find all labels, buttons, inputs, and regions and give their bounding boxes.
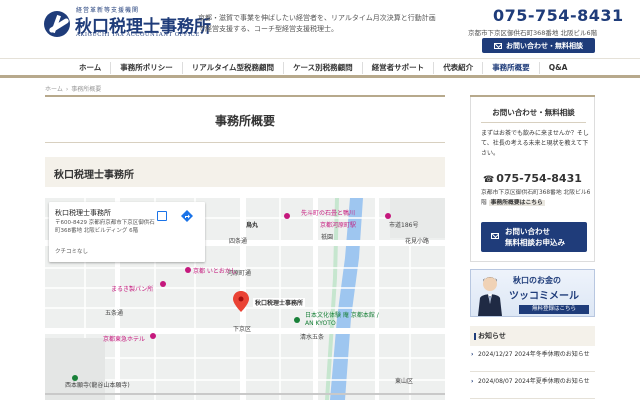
mail-icon <box>494 42 502 49</box>
map-label-shijo: 四条通 <box>229 238 248 245</box>
mail-icon <box>491 233 499 239</box>
nav-item-realtime[interactable]: リアルタイム型税務顧問 <box>181 62 283 74</box>
sidebar-phone[interactable]: ☎ 075-754-8431 <box>483 172 582 185</box>
map-label-route: 市道186号 <box>389 222 419 229</box>
map-info-card: 秋口税理士事務所 〒600-8429 京都府京都市下京区御供石町368番地 北阪… <box>49 202 205 262</box>
map-pin-label[interactable]: 秋口税理士事務所 <box>253 298 306 307</box>
sidebar-address: 京都市下京区御供石町368番地 北阪ビル6階 事務所概要はこちら <box>481 188 591 208</box>
map-label-gojo: 五条通 <box>105 310 124 317</box>
sidebar-btn-line2: 無料相談お申込み <box>505 238 565 247</box>
map-label-hanamikoji: 花見小路 <box>405 238 430 245</box>
section-heading-text: 秋口税理士事務所 <box>54 170 134 181</box>
news-item-text: 2024/12/27 2024年冬季休暇のお知らせ <box>478 351 590 358</box>
news-heading-text: お知らせ <box>478 332 506 340</box>
map-label-iidaka: 京都 いとおかし <box>193 268 237 275</box>
map-label-marugame: まるき製パン所 <box>111 286 154 293</box>
nav-item-office[interactable]: 事務所概要 <box>482 62 539 74</box>
map-label-kirin: 先斗町の石畳と鴨川 <box>301 210 356 217</box>
nav-item-support[interactable]: 経営者サポート <box>361 62 434 74</box>
title-rule-top <box>45 95 445 97</box>
header-address: 京都市下京区御供石町368番地 北阪ビル6階 <box>468 29 598 37</box>
directions-icon[interactable] <box>181 210 193 222</box>
google-map[interactable]: 先斗町の石畳と鴨川 京都河原町駅 祇園 烏丸 四条通 市道186号 花見小路 河… <box>45 198 445 400</box>
breadcrumb-home[interactable]: ホーム <box>45 86 63 93</box>
chevron-right-icon: › <box>471 351 474 358</box>
map-label-nihon-bunka: 日本文化体験 庵 京都本館 / AN KYOTO <box>305 312 379 327</box>
sidebar-title: お問い合わせ・無料相談 <box>492 108 575 117</box>
map-card-address: 〒600-8429 京都府京都市下京区御供石町368番地 北阪ビルディング 6階 <box>55 220 155 234</box>
sidebar-contact-button[interactable]: お問い合わせ 無料相談お申込み <box>481 222 587 252</box>
banner-line3: 無料登録はこちら <box>519 305 589 314</box>
sidebar-contact-box: お問い合わせ・無料相談 まずはお茶でも飲みに来ませんか？そして、社長の考える未来… <box>470 97 595 262</box>
open-in-maps-icon[interactable] <box>157 211 167 221</box>
page-title: 事務所概要 <box>214 114 275 128</box>
news-item-text: 2024/08/07 2024年夏季休暇のお知らせ <box>478 378 590 385</box>
header-contact-button[interactable]: お問い合わせ・無料相談 <box>482 38 595 53</box>
map-label-hotel: 京都東急ホテル <box>103 336 146 343</box>
breadcrumb-current: 事務所概要 <box>71 86 102 93</box>
map-label-gion: 祇園 <box>321 234 334 241</box>
mail-magazine-banner[interactable]: 秋口のお金の ツッコミメール 無料登録はこちら <box>470 269 595 317</box>
sidebar-phone-number: 075-754-8431 <box>496 172 582 185</box>
title-rule-bottom <box>45 142 445 143</box>
map-label-karasuma: 烏丸 <box>246 222 259 229</box>
header-contact-label: お問い合わせ・無料相談 <box>506 41 583 50</box>
logo-english: AKIGUCHI TAX ACCOUNTANT OFFICE <box>76 32 200 38</box>
banner-line1: 秋口のお金の <box>513 275 561 285</box>
banner-line2: ツッコミメール <box>509 291 579 302</box>
map-card-title: 秋口税理士事務所 <box>55 209 111 217</box>
map-label-shimogyo: 下京区 <box>233 326 252 333</box>
header-tagline: 京都・滋賀で事業を伸ばしたい経営者を、リアルタイム月次決算と行動計画で経営支援す… <box>198 14 436 33</box>
global-nav: ホーム 事務所ポリシー リアルタイム型税務顧問 ケース別税務顧問 経営者サポート… <box>0 58 640 78</box>
map-label-route2: 清水五条 <box>300 334 325 341</box>
sidebar-btn-line1: お問い合わせ <box>505 227 550 236</box>
logo-icon[interactable] <box>44 11 70 37</box>
sidebar-text: まずはお茶でも飲みに来ませんか？そして、社長の考える未来と現状を教えて下さい。 <box>481 130 589 157</box>
person-icon <box>478 277 502 316</box>
nav-item-home[interactable]: ホーム <box>70 62 110 74</box>
breadcrumb-separator: › <box>65 86 69 93</box>
nav-item-policy[interactable]: 事務所ポリシー <box>110 62 182 74</box>
nav-item-qa[interactable]: Q&A <box>538 62 577 74</box>
news-item[interactable]: › 2024/08/07 2024年夏季休暇のお知らせ <box>470 377 595 399</box>
nav-item-profile[interactable]: 代表紹介 <box>433 62 482 74</box>
sidebar-map-link[interactable]: 事務所概要はこちら <box>488 200 545 206</box>
news-bullet-icon <box>474 333 476 340</box>
phone-icon: ☎ <box>483 175 495 185</box>
header-phone[interactable]: 075-754-8431 <box>493 6 624 25</box>
news-item[interactable]: › 2024/12/27 2024年冬季休暇のお知らせ <box>470 350 595 372</box>
site-header: 経営革新等支援機関 秋口税理士事務所 AKIGUCHI TAX ACCOUNTA… <box>0 0 640 58</box>
chevron-right-icon: › <box>471 378 474 385</box>
breadcrumb: ホーム › 事務所概要 <box>45 84 101 93</box>
map-card-reviews[interactable]: クチコミなし <box>55 247 88 255</box>
news-heading: お知らせ <box>470 326 595 346</box>
map-label-nishihonganji: 西本願寺(龍谷山本願寺) <box>65 382 130 389</box>
map-label-higashiyama: 東山区 <box>395 378 414 385</box>
section-heading: 秋口税理士事務所 <box>45 157 445 187</box>
map-label-ponto: 京都河原町駅 <box>320 222 357 229</box>
nav-item-case[interactable]: ケース別税務顧問 <box>283 62 362 74</box>
sidebar-title-rule <box>481 122 586 123</box>
